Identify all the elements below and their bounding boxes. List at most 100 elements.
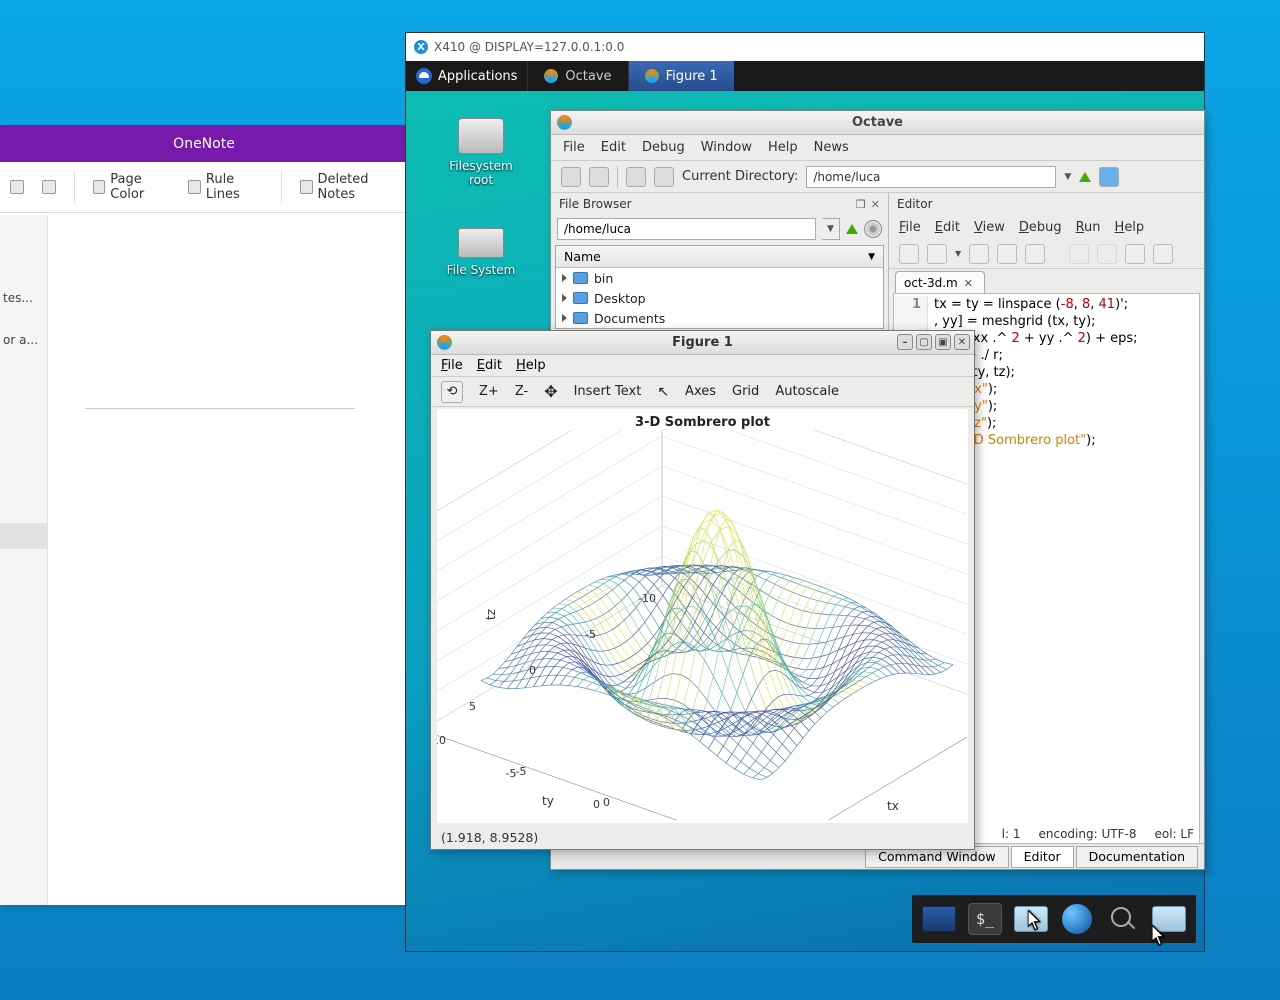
editor-title: Editor — [897, 197, 933, 211]
fig-menu-file[interactable]: File — [441, 358, 463, 373]
paste-icon[interactable] — [654, 167, 674, 187]
up-dir-icon[interactable] — [846, 224, 858, 234]
undock-icon[interactable]: ❐ — [856, 198, 866, 211]
folder-icon — [573, 312, 588, 324]
figure-canvas[interactable]: 3-D Sombrero plot -0.4-0.200.20.40.60.81… — [437, 409, 968, 823]
select-icon[interactable]: ↖ — [657, 384, 669, 400]
tab-editor[interactable]: Editor — [1011, 846, 1074, 868]
x410-icon: X — [414, 40, 428, 54]
column-header[interactable]: Name▼ — [556, 246, 883, 268]
menu-file[interactable]: File — [563, 140, 585, 155]
dock-search[interactable] — [1106, 903, 1140, 935]
menu-news[interactable]: News — [814, 140, 849, 155]
current-dir-input[interactable]: /home/luca — [806, 166, 1056, 188]
ed-menu-debug[interactable]: Debug — [1019, 220, 1062, 235]
ed-menu-help[interactable]: Help — [1115, 220, 1145, 235]
menu-edit[interactable]: Edit — [601, 140, 626, 155]
print-icon[interactable] — [1025, 244, 1045, 264]
hide-page-button[interactable] — [10, 180, 24, 194]
ed-menu-edit[interactable]: Edit — [935, 220, 960, 235]
open-folder-icon[interactable] — [589, 167, 609, 187]
up-dir-icon[interactable] — [1079, 172, 1091, 182]
copy-icon[interactable] — [1125, 244, 1145, 264]
saveall-icon[interactable] — [997, 244, 1017, 264]
task-figure1[interactable]: Figure 1 — [628, 61, 734, 91]
svg-text:5: 5 — [469, 700, 476, 713]
editor-tab[interactable]: oct-3d.m ✕ — [895, 271, 985, 293]
fig-menu-edit[interactable]: Edit — [477, 358, 502, 373]
copy-icon[interactable] — [626, 167, 646, 187]
new-icon[interactable] — [899, 244, 919, 264]
dropdown-icon[interactable]: ▼ — [955, 249, 961, 258]
nav-item-selected[interactable] — [0, 523, 47, 549]
zoom-out-button[interactable]: Z- — [515, 384, 528, 399]
nav-item[interactable]: or a... — [0, 327, 47, 353]
zoom-in-button[interactable]: Z+ — [479, 384, 499, 399]
axes-button[interactable]: Axes — [685, 384, 716, 399]
rule-lines-button[interactable]: Rule Lines — [188, 172, 263, 202]
ed-menu-view[interactable]: View — [974, 220, 1005, 235]
deleted-notes-button[interactable]: Deleted Notes — [300, 172, 398, 202]
expand-icon[interactable] — [562, 274, 567, 282]
applications-menu[interactable]: Applications — [406, 68, 527, 84]
page-color-icon — [93, 180, 105, 194]
octave-titlebar[interactable]: Octave — [551, 111, 1204, 135]
menu-window[interactable]: Window — [701, 140, 752, 155]
folder-row[interactable]: bin — [556, 268, 883, 288]
expand-icon[interactable] — [562, 294, 567, 302]
sort-arrow-icon[interactable]: ▼ — [868, 252, 875, 262]
gear-icon[interactable] — [864, 220, 882, 238]
desktop-icon-filesystem[interactable]: File System — [436, 228, 526, 277]
tab-documentation[interactable]: Documentation — [1076, 846, 1198, 868]
page-color-button[interactable]: Page Color — [93, 172, 171, 202]
ed-menu-file[interactable]: File — [899, 220, 921, 235]
dock-files[interactable] — [1152, 903, 1186, 935]
save-icon[interactable] — [969, 244, 989, 264]
line-number: 1 — [894, 296, 928, 313]
svg-text:-5: -5 — [585, 628, 596, 641]
svg-text:tx: tx — [887, 799, 899, 813]
undo-icon[interactable] — [1069, 244, 1089, 264]
desktop-icon-fsroot[interactable]: Filesystem root — [436, 118, 526, 187]
ed-menu-run[interactable]: Run — [1076, 220, 1101, 235]
x410-titlebar[interactable]: X X410 @ DISPLAY=127.0.0.1:0.0 — [406, 33, 1204, 61]
restore-icon[interactable]: ▣ — [935, 334, 951, 350]
insert-text-button[interactable]: Insert Text — [574, 384, 642, 399]
new-file-icon[interactable] — [561, 167, 581, 187]
grid-button[interactable]: Grid — [732, 384, 759, 399]
dropdown-arrow-icon[interactable]: ▼ — [1064, 172, 1071, 182]
cut-icon[interactable] — [1153, 244, 1173, 264]
fig-menu-help[interactable]: Help — [516, 358, 546, 373]
redo-icon[interactable] — [1097, 244, 1117, 264]
menu-help[interactable]: Help — [768, 140, 798, 155]
close-tab-icon[interactable]: ✕ — [964, 277, 976, 289]
pan-icon[interactable]: ✥ — [544, 382, 557, 401]
autoscale-button[interactable]: Autoscale — [775, 384, 839, 399]
maximize-icon[interactable]: ▢ — [916, 334, 932, 350]
close-icon[interactable]: ✕ — [954, 334, 970, 350]
task-octave[interactable]: Octave — [527, 61, 627, 91]
task-label: Figure 1 — [666, 69, 718, 84]
menu-debug[interactable]: Debug — [642, 140, 685, 155]
open-icon[interactable] — [927, 244, 947, 264]
close-pane-icon[interactable]: ✕ — [871, 198, 880, 211]
figure-titlebar[interactable]: Figure 1 – ▢ ▣ ✕ — [431, 331, 974, 355]
path-dropdown-icon[interactable]: ▼ — [822, 218, 840, 240]
dock-terminal[interactable]: $_ — [968, 903, 1002, 935]
octave-menubar: File Edit Debug Window Help News — [551, 135, 1204, 161]
browse-folder-icon[interactable] — [1099, 167, 1119, 187]
folder-row[interactable]: Desktop — [556, 288, 883, 308]
nav-item[interactable]: tes... — [0, 285, 47, 311]
file-browser-path-input[interactable]: /home/luca — [557, 218, 816, 240]
dock-show-desktop[interactable] — [922, 903, 956, 935]
minimize-icon[interactable]: – — [897, 334, 913, 350]
rule-lines-icon — [188, 180, 200, 194]
hdd-icon — [458, 228, 504, 258]
folder-row[interactable]: Documents — [556, 308, 883, 328]
rotate-icon[interactable]: ⟲ — [441, 381, 463, 403]
expand-icon[interactable] — [562, 314, 567, 322]
dock-home[interactable] — [1014, 903, 1048, 935]
paper-size-button[interactable] — [42, 180, 56, 194]
dock-web[interactable] — [1060, 903, 1094, 935]
editor-menubar: File Edit View Debug Run Help — [889, 215, 1204, 239]
